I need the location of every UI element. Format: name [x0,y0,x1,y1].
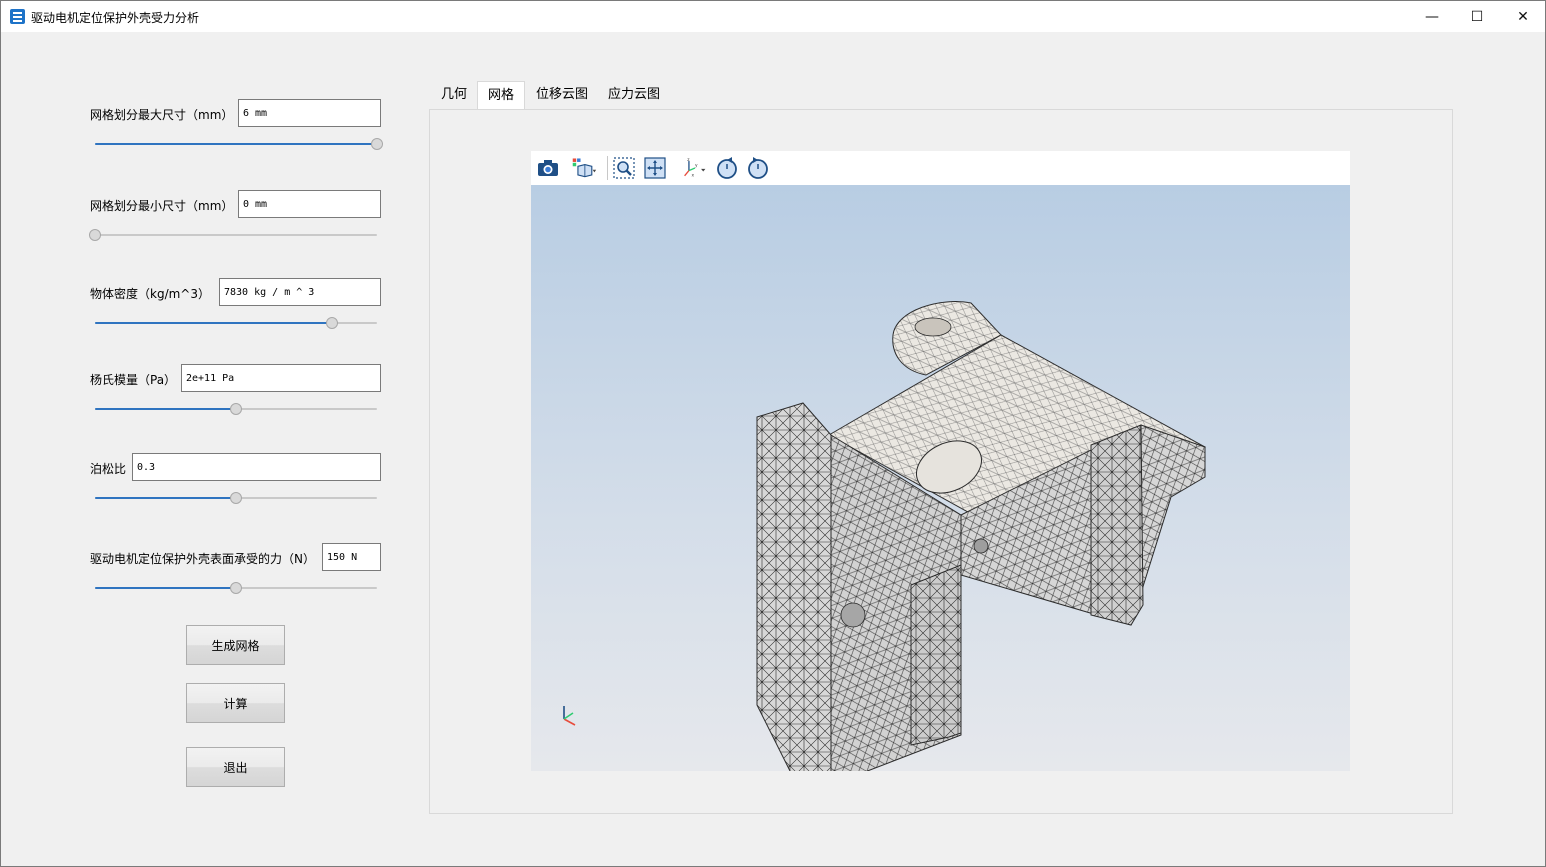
view-cube-icon[interactable] [571,155,597,181]
poisson-ratio-slider[interactable] [95,492,377,504]
tab-displacement[interactable]: 位移云图 [526,81,598,109]
viewer-toolbar: z y x [531,151,1350,185]
slider-fill [95,408,236,410]
generate-mesh-button[interactable]: 生成网格 [186,625,285,665]
mesh-wireframe [756,301,1207,771]
slider-handle[interactable] [230,582,242,594]
camera-icon[interactable] [535,155,561,181]
tab-geometry[interactable]: 几何 [431,81,477,109]
youngs-modulus-slider[interactable] [95,403,377,415]
min-mesh-size-input[interactable]: 0 mm [238,190,381,218]
slider-handle[interactable] [230,492,242,504]
app-icon [10,9,25,24]
exit-button[interactable]: 退出 [186,747,285,787]
compute-button[interactable]: 计算 [186,683,285,723]
slider-fill [95,143,377,145]
close-button[interactable]: ✕ [1500,1,1546,32]
slider-fill [95,322,332,324]
density-slider[interactable] [95,317,377,329]
min-mesh-size-label: 网格划分最小尺寸（mm） [90,199,234,213]
max-mesh-size-input[interactable]: 6 mm [238,99,381,127]
zoom-box-icon[interactable] [611,155,637,181]
3d-viewer[interactable]: z y x [531,151,1350,771]
surface-force-input[interactable]: 150 N [322,543,381,571]
density-input[interactable]: 7830 kg / m ^ 3 [219,278,381,306]
slider-fill [95,497,236,499]
poisson-ratio-label: 泊松比 [90,462,127,476]
tab-stress[interactable]: 应力云图 [598,81,670,109]
slider-fill [95,587,236,589]
min-mesh-size-slider[interactable] [89,229,377,241]
slider-handle[interactable] [230,403,242,415]
axis-orientation-icon[interactable]: z y x [682,155,708,181]
slider-groove [95,234,377,236]
poisson-ratio-input[interactable]: 0.3 [132,453,381,481]
mesh-canvas[interactable] [531,185,1350,771]
toolbar-separator [607,156,608,180]
svg-text:z: z [687,158,690,163]
surface-force-label: 驱动电机定位保护外壳表面承受的力（N） [90,552,315,566]
max-mesh-size-label: 网格划分最大尺寸（mm） [90,108,234,122]
slider-handle[interactable] [371,138,383,150]
svg-text:x: x [692,174,695,179]
rotate-left-icon[interactable] [714,155,740,181]
title-bar[interactable]: 驱动电机定位保护外壳受力分析 — ☐ ✕ [1,1,1545,32]
surface-force-slider[interactable] [95,582,377,594]
slider-handle[interactable] [89,229,101,241]
window-title: 驱动电机定位保护外壳受力分析 [31,11,200,25]
density-label: 物体密度（kg/m^3） [90,287,210,301]
youngs-modulus-input[interactable]: 2e+11 Pa [181,364,381,392]
max-mesh-size-slider[interactable] [95,138,383,150]
svg-text:y: y [695,163,698,168]
tab-mesh[interactable]: 网格 [477,81,526,109]
rotate-right-icon[interactable] [745,155,771,181]
maximize-button[interactable]: ☐ [1454,1,1500,32]
minimize-button[interactable]: — [1409,1,1455,32]
mesh-model [563,301,1207,771]
fit-all-icon[interactable] [642,155,668,181]
main-window: 驱动电机定位保护外壳受力分析 — ☐ ✕ 网格划分最大尺寸（mm） 6 mm 网… [0,0,1546,867]
slider-handle[interactable] [325,317,338,329]
youngs-modulus-label: 杨氏模量（Pa） [90,373,177,387]
orientation-triad-icon [563,706,576,726]
